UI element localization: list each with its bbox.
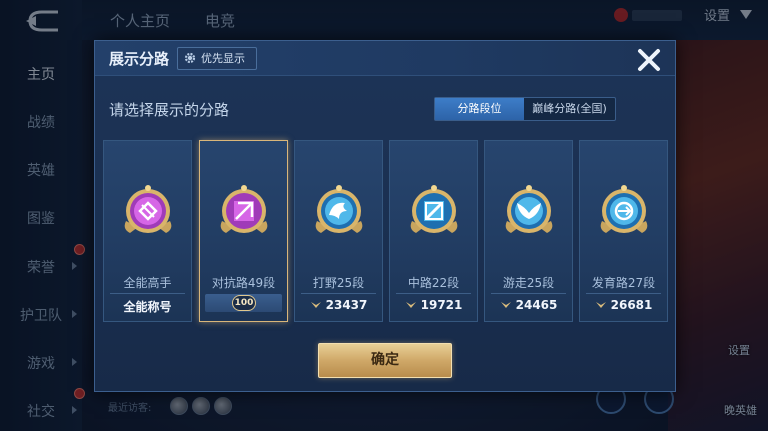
modal-title: 展示分路 — [109, 50, 170, 68]
lane-name: 发育路27段 — [591, 276, 656, 290]
priority-display-label: 优先显示 — [201, 52, 245, 65]
all-round-emblem-icon — [124, 185, 172, 233]
rank-chevron-icon — [595, 302, 606, 308]
lane-card-all-round[interactable]: 全能高手 全能称号 — [103, 140, 192, 322]
rank-chevron-icon — [405, 302, 416, 308]
card-divider — [110, 293, 185, 294]
card-divider — [586, 293, 661, 294]
lane-stat-value: 26681 — [610, 298, 653, 312]
level-badge: 100 — [205, 294, 282, 312]
lane-card-mid[interactable]: 中路22段 19721 — [389, 140, 478, 322]
card-divider — [396, 293, 471, 294]
lane-stat-value: 19721 — [420, 298, 463, 312]
close-icon[interactable] — [636, 47, 662, 73]
gear-icon — [184, 52, 196, 64]
lane-name: 游走25段 — [502, 276, 555, 290]
lane-name: 中路22段 — [407, 276, 460, 290]
jungle-dragon-emblem-icon — [315, 185, 363, 233]
mid-lane-emblem-icon — [410, 185, 458, 233]
confirm-button[interactable]: 确定 — [318, 343, 452, 378]
segment-control: 分路段位 巅峰分路(全国) — [434, 97, 616, 121]
tab-lane-rank[interactable]: 分路段位 — [435, 98, 524, 120]
priority-display-button[interactable]: 优先显示 — [177, 47, 257, 70]
rank-chevron-icon — [500, 302, 511, 308]
card-divider — [491, 293, 566, 294]
rank-chevron-icon — [310, 302, 321, 308]
lane-name: 打野25段 — [312, 276, 365, 290]
tab-peak-lane[interactable]: 巅峰分路(全国) — [524, 98, 615, 120]
lane-stat: 全能称号 — [123, 300, 172, 314]
lane-name: 对抗路49段 — [211, 276, 276, 290]
card-divider — [301, 293, 376, 294]
lane-card-clash[interactable]: 对抗路49段 100 — [199, 140, 288, 322]
lane-name: 全能高手 — [123, 276, 172, 290]
lane-card-farm[interactable]: 发育路27段 26681 — [579, 140, 668, 322]
lane-stat: 24465 — [485, 298, 572, 312]
modal-header: 展示分路 优先显示 — [95, 41, 675, 76]
lane-stat-value: 23437 — [325, 298, 368, 312]
modal-subtitle: 请选择展示的分路 — [109, 101, 230, 119]
lane-stat: 26681 — [580, 298, 667, 312]
lane-stat: 19721 — [390, 298, 477, 312]
lane-card-jungle[interactable]: 打野25段 23437 — [294, 140, 383, 322]
farm-lane-emblem-icon — [600, 185, 648, 233]
display-lane-modal: 展示分路 优先显示 请选择展示的分路 分路段位 巅峰分路(全国) 全能高手 全能… — [94, 40, 676, 392]
clash-lane-emblem-icon — [220, 185, 268, 233]
roam-wings-emblem-icon — [505, 185, 553, 233]
lane-stat: 23437 — [295, 298, 382, 312]
lane-card-roam[interactable]: 游走25段 24465 — [484, 140, 573, 322]
level-badge-value: 100 — [232, 295, 256, 311]
lane-stat-value: 24465 — [515, 298, 558, 312]
